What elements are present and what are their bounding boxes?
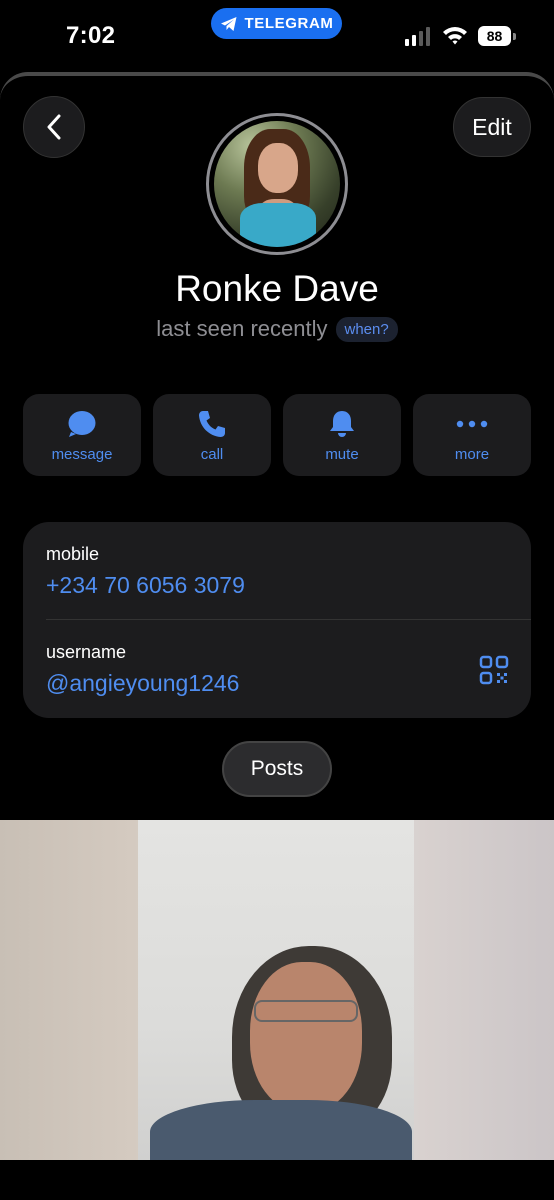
chevron-left-icon bbox=[47, 114, 61, 140]
message-label: message bbox=[51, 445, 113, 463]
cellular-signal-icon bbox=[405, 26, 430, 46]
telegram-icon bbox=[220, 16, 237, 31]
phone-icon bbox=[199, 410, 225, 437]
back-button[interactable] bbox=[23, 96, 85, 158]
wifi-icon bbox=[443, 27, 467, 45]
action-row: message call mute more bbox=[23, 394, 531, 476]
when-button[interactable]: when? bbox=[335, 316, 398, 342]
profile-name: Ronke Dave bbox=[175, 268, 379, 309]
posts-tab[interactable]: Posts bbox=[222, 741, 332, 797]
bell-icon bbox=[330, 410, 354, 437]
post-photo[interactable] bbox=[0, 820, 554, 1160]
telegram-return-pill[interactable]: TELEGRAM bbox=[211, 8, 342, 39]
app-label: TELEGRAM bbox=[244, 15, 334, 32]
mute-label: mute bbox=[325, 445, 359, 463]
more-button[interactable]: more bbox=[413, 394, 531, 476]
status-bar: 7:02 TELEGRAM 88 bbox=[0, 0, 554, 72]
message-button[interactable]: message bbox=[23, 394, 141, 476]
message-bubble-icon bbox=[68, 410, 96, 437]
username-value[interactable]: @angieyoung1246 bbox=[46, 670, 239, 697]
status-time: 7:02 bbox=[66, 22, 116, 49]
battery-icon: 88 bbox=[478, 26, 511, 46]
last-seen-row: last seen recently when? bbox=[0, 316, 554, 342]
mute-button[interactable]: mute bbox=[283, 394, 401, 476]
mobile-label: mobile bbox=[46, 544, 100, 564]
mobile-number[interactable]: +234 70 6056 3079 bbox=[46, 572, 245, 599]
last-seen-text: last seen recently bbox=[156, 316, 328, 341]
avatar[interactable] bbox=[214, 121, 340, 247]
battery-tip bbox=[513, 33, 516, 40]
info-card: mobile +234 70 6056 3079 username @angie… bbox=[23, 522, 531, 718]
username-label: username bbox=[46, 642, 127, 662]
qr-code-icon[interactable] bbox=[479, 655, 509, 685]
call-button[interactable]: call bbox=[153, 394, 271, 476]
edit-button[interactable]: Edit bbox=[453, 97, 531, 157]
more-dots-icon bbox=[456, 420, 488, 427]
bottom-area bbox=[0, 1160, 554, 1200]
divider bbox=[46, 619, 531, 620]
more-label: more bbox=[454, 445, 490, 463]
call-label: call bbox=[200, 445, 224, 463]
